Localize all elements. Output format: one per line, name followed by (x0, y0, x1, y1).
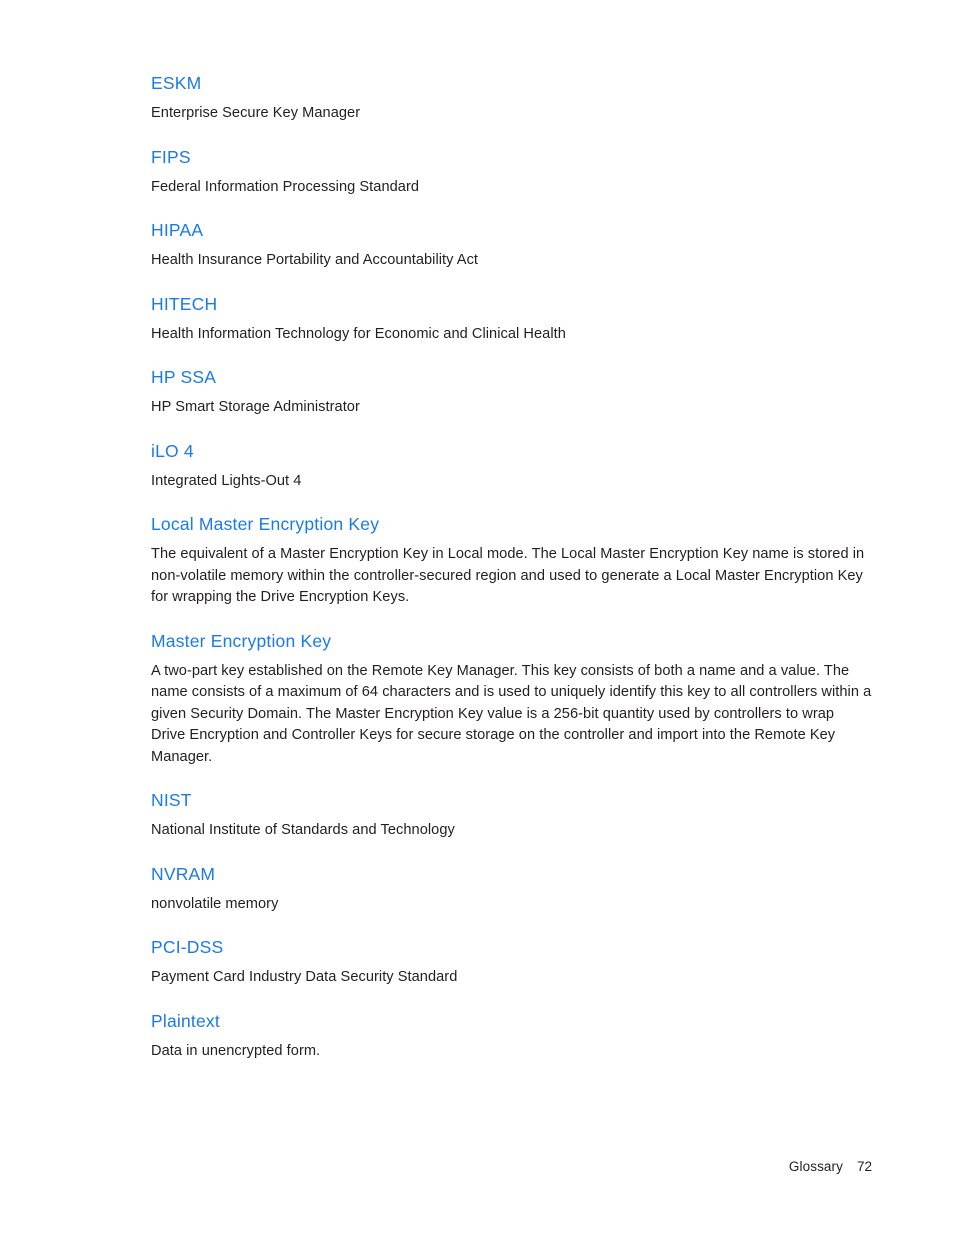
glossary-term: Master Encryption Key (151, 630, 332, 651)
glossary-entry: iLO 4 Integrated Lights-Out 4 (151, 441, 872, 493)
glossary-definition: Enterprise Secure Key Manager (151, 105, 361, 121)
page-footer: Glossary 72 (0, 1158, 872, 1176)
glossary-entry: HIPAA Health Insurance Portability and A… (151, 220, 872, 272)
glossary-definition: National Institute of Standards and Tech… (151, 822, 455, 838)
glossary-entry-list: ESKM Enterprise Secure Key Manager FIPS … (151, 73, 872, 1062)
glossary-entry: ESKM Enterprise Secure Key Manager (151, 73, 872, 125)
glossary-term: iLO 4 (151, 440, 194, 461)
glossary-definition: Payment Card Industry Data Security Stan… (151, 969, 458, 985)
glossary-definition: Health Insurance Portability and Account… (151, 252, 479, 268)
glossary-definition: Integrated Lights-Out 4 (151, 472, 302, 489)
glossary-entry: NIST National Institute of Standards and… (151, 790, 872, 842)
glossary-entry: Master Encryption Key A two-part key est… (151, 631, 872, 769)
glossary-definition: Data in unencrypted form. (151, 1042, 321, 1059)
glossary-term: Local Master Encryption Key (151, 514, 380, 534)
glossary-definition: nonvolatile memory (151, 895, 279, 912)
glossary-entry: Local Master Encryption Key The equivale… (151, 514, 872, 609)
glossary-term: NVRAM (151, 863, 216, 884)
glossary-term: ESKM (151, 73, 202, 93)
footer-section-title: Glossary (788, 1159, 843, 1174)
glossary-term: HP SSA (151, 367, 217, 387)
glossary-definition: HP Smart Storage Administrator (151, 399, 360, 415)
glossary-entry: HITECH Health Information Technology for… (151, 294, 872, 346)
glossary-definition: Federal Information Processing Standard (151, 178, 420, 195)
glossary-entry: Plaintext Data in unencrypted form. (151, 1011, 872, 1063)
glossary-entry: FIPS Federal Information Processing Stan… (151, 147, 872, 199)
glossary-entry: NVRAM nonvolatile memory (151, 864, 872, 916)
glossary-page: ESKM Enterprise Secure Key Manager FIPS … (0, 0, 954, 1235)
glossary-term: NIST (151, 790, 192, 810)
glossary-term: HITECH (151, 293, 218, 314)
glossary-entry: HP SSA HP Smart Storage Administrator (151, 367, 872, 419)
footer-page-number: 72 (856, 1159, 872, 1174)
glossary-term: HIPAA (151, 220, 204, 240)
glossary-definition: The equivalent of a Master Encryption Ke… (151, 546, 865, 605)
glossary-entry: PCI-DSS Payment Card Industry Data Secur… (151, 937, 872, 989)
glossary-term: PCI-DSS (151, 937, 224, 957)
glossary-definition: A two-part key established on the Remote… (151, 662, 872, 765)
glossary-term: FIPS (151, 146, 191, 167)
glossary-term: Plaintext (151, 1010, 220, 1031)
glossary-definition: Health Information Technology for Econom… (151, 325, 566, 342)
